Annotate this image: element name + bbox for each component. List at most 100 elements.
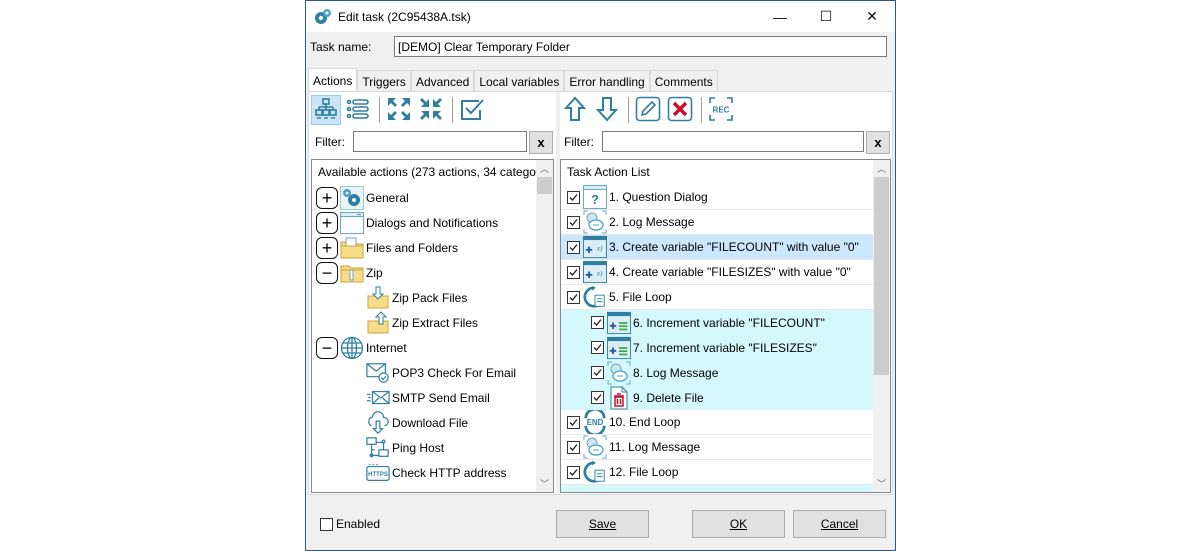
expand-icon[interactable]: + (316, 186, 338, 209)
action-row[interactable]: ? 1. Question Dialog (561, 185, 874, 210)
tree-item-label: SMTP Send Email (392, 390, 490, 405)
svg-text:HTTPS: HTTPS (368, 472, 388, 478)
expand-icon[interactable]: + (316, 236, 338, 259)
save-button[interactable]: Save (556, 510, 649, 538)
collapse-icon[interactable]: − (316, 261, 338, 284)
action-enabled-checkbox[interactable] (567, 190, 580, 204)
action-row[interactable]: 12. File Loop (561, 460, 874, 485)
task-name-input[interactable] (394, 36, 887, 57)
action-enabled-checkbox[interactable] (567, 240, 580, 254)
action-enabled-checkbox[interactable] (567, 265, 580, 279)
tab-local-variables[interactable]: Local variables (474, 70, 565, 92)
tree-item-internet[interactable]: − Internet (316, 335, 407, 360)
tree-item-files-and-folders[interactable]: + Files and Folders (316, 235, 458, 260)
right-filter-input[interactable] (602, 131, 864, 152)
tree-view-button[interactable] (311, 95, 341, 125)
action-row[interactable]: x) 4. Create variable "FILESIZES" with va… (561, 260, 874, 285)
expand-icon[interactable]: + (316, 211, 338, 234)
ok-button[interactable]: OK (692, 510, 785, 538)
tab-advanced[interactable]: Advanced (410, 70, 475, 92)
action-enabled-checkbox[interactable] (567, 465, 580, 479)
close-button[interactable]: ✕ (849, 1, 895, 32)
tab-bar: Actions Triggers Advanced Local variable… (308, 68, 718, 92)
collapse-icon[interactable]: − (316, 336, 338, 359)
action-label: 1. Question Dialog (609, 190, 708, 204)
collapse-all-button[interactable] (416, 95, 446, 125)
list-view-button[interactable] (343, 95, 373, 125)
create-variable-icon: x) (583, 235, 607, 259)
action-label: 5. File Loop (609, 290, 672, 304)
action-enabled-checkbox[interactable] (591, 366, 604, 379)
action-row[interactable]: 5. File Loop (561, 285, 874, 310)
edit-button[interactable] (633, 95, 663, 125)
record-button[interactable]: REC (706, 95, 736, 125)
scroll-down-icon[interactable]: ﹀ (536, 475, 553, 492)
left-filter-clear-button[interactable]: x (529, 131, 553, 154)
action-row[interactable]: END 10. End Loop (561, 410, 874, 435)
scroll-down-icon[interactable]: ﹀ (873, 475, 890, 492)
tree-item-ping-host[interactable]: Ping Host (366, 435, 444, 460)
action-label: 4. Create variable "FILESIZES" with valu… (609, 265, 851, 279)
left-scrollbar[interactable]: ︿ ﹀ (536, 160, 553, 492)
maximize-icon: ☐ (819, 8, 833, 24)
edit-task-window: Edit task (2C95438A.tsk) — ☐ ✕ Task name… (305, 0, 896, 551)
move-down-icon (595, 96, 619, 125)
zip-pack-icon (366, 286, 390, 310)
toolbar-separator (628, 97, 629, 123)
action-enabled-checkbox[interactable] (567, 290, 580, 304)
minimize-button[interactable]: — (757, 1, 803, 32)
window-icon (340, 211, 364, 235)
tab-comments[interactable]: Comments (649, 70, 718, 92)
list-view-icon (346, 97, 370, 124)
delete-icon (667, 96, 693, 125)
move-down-button[interactable] (592, 95, 622, 125)
check-all-button[interactable] (457, 95, 487, 125)
tree-item-general[interactable]: + General (316, 185, 409, 210)
right-filter-clear-button[interactable]: x (866, 131, 890, 154)
right-scrollbar[interactable]: ︿ ﹀ (873, 160, 890, 492)
tree-item-label: Internet (366, 340, 407, 355)
log-message-icon (607, 361, 631, 385)
tree-item-zip[interactable]: − Zip (316, 260, 383, 285)
tab-triggers[interactable]: Triggers (357, 70, 411, 92)
action-enabled-checkbox[interactable] (591, 391, 604, 404)
delete-button[interactable] (665, 95, 695, 125)
tree-item-label: Zip (366, 265, 383, 280)
action-enabled-checkbox[interactable] (567, 415, 580, 429)
tree-item-check-http-address[interactable]: HTTPS Check HTTP address (366, 460, 507, 485)
tree-item-zip-extract-files[interactable]: Zip Extract Files (366, 310, 478, 335)
scroll-up-icon[interactable]: ︿ (873, 160, 890, 177)
tree-item-smtp-send-email[interactable]: SMTP Send Email (366, 385, 490, 410)
right-scroll-thumb[interactable] (874, 177, 889, 375)
action-enabled-checkbox[interactable] (567, 215, 580, 229)
enabled-checkbox-box[interactable] (320, 517, 333, 531)
app-gears-icon (314, 8, 332, 26)
enabled-checkbox[interactable]: Enabled (320, 517, 380, 531)
action-row[interactable]: 6. Increment variable "FILECOUNT" (561, 310, 874, 335)
tree-item-download-file[interactable]: Download File (366, 410, 468, 435)
tree-item-pop3-check-for-email[interactable]: POP3 Check For Email (366, 360, 516, 385)
action-row[interactable]: 8. Log Message (561, 360, 874, 385)
tab-actions[interactable]: Actions (308, 68, 358, 92)
action-row[interactable]: 9. Delete File (561, 385, 874, 410)
action-row[interactable]: 7. Increment variable "FILESIZES" (561, 335, 874, 360)
action-enabled-checkbox[interactable] (567, 440, 580, 454)
action-row[interactable]: 11. Log Message (561, 435, 874, 460)
tree-item-zip-pack-files[interactable]: Zip Pack Files (366, 285, 467, 310)
tree-item-dialogs-and-notifications[interactable]: + Dialogs and Notifications (316, 210, 498, 235)
tab-error-handling[interactable]: Error handling (564, 70, 650, 92)
action-enabled-checkbox[interactable] (591, 341, 604, 354)
left-scroll-thumb[interactable] (537, 177, 552, 194)
action-label: 10. End Loop (609, 415, 681, 429)
scroll-up-icon[interactable]: ︿ (536, 160, 553, 177)
maximize-button[interactable]: ☐ (803, 1, 849, 32)
expand-all-button[interactable] (384, 95, 414, 125)
enabled-label: Enabled (336, 517, 381, 531)
left-filter-input[interactable] (353, 131, 527, 152)
move-up-button[interactable] (560, 95, 590, 125)
action-row[interactable]: x) 3. Create variable "FILECOUNT" with va… (561, 235, 874, 260)
action-label: 9. Delete File (633, 390, 704, 405)
action-enabled-checkbox[interactable] (591, 316, 604, 329)
action-row[interactable]: 2. Log Message (561, 210, 874, 235)
cancel-button[interactable]: Cancel (793, 510, 886, 538)
